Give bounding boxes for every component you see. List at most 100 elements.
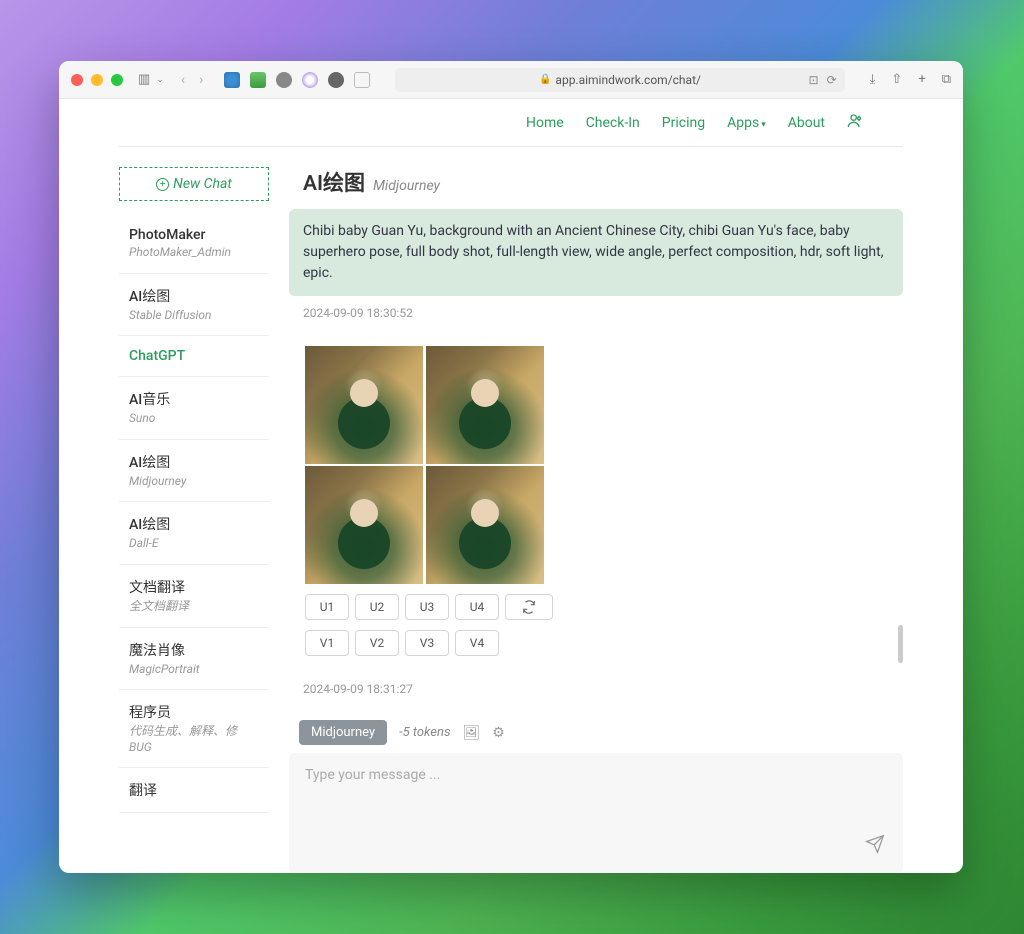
sidebar-item-sub: MagicPortrait — [129, 662, 259, 678]
sidebar-item[interactable]: AI绘图 Dall-E — [119, 502, 269, 565]
send-button[interactable] — [865, 834, 885, 859]
image-icon[interactable]: 🖼 — [462, 725, 480, 741]
maximize-window[interactable] — [111, 74, 123, 86]
response-card: U1U2U3U4 V1V2V3V4 — [289, 330, 903, 672]
input-toolbar: Midjourney -5 tokens 🖼 ⚙ — [289, 712, 903, 753]
main-area: + New Chat PhotoMaker PhotoMaker_Admin AI绘… — [59, 147, 963, 873]
chevron-down-icon[interactable]: ⌄ — [156, 75, 164, 85]
chat-title: AI绘图 — [303, 167, 365, 197]
gear-icon[interactable]: ⚙ — [492, 725, 505, 741]
extension-icons — [224, 72, 370, 88]
timestamp-1: 2024-09-09 18:30:52 — [303, 306, 903, 320]
user-icon[interactable] — [847, 113, 863, 133]
input-area: Midjourney -5 tokens 🖼 ⚙ — [289, 712, 903, 873]
sidebar-item-sub: 全文档翻译 — [129, 599, 259, 615]
sidebar-toggle-icon[interactable]: ▥ — [138, 72, 150, 87]
tabs-icon[interactable]: ⧉ — [942, 72, 951, 87]
nav-home[interactable]: Home — [526, 115, 564, 131]
plus-icon: + — [156, 178, 169, 191]
upscale-button[interactable]: U1 — [305, 594, 349, 620]
address-bar[interactable]: 🔒 app.aimindwork.com/chat/ ⊡ ⟳ — [395, 68, 844, 92]
share-icon[interactable]: ⇧ — [891, 72, 902, 87]
sidebar-item[interactable]: AI音乐 Suno — [119, 377, 269, 440]
url-text: app.aimindwork.com/chat/ — [555, 73, 701, 87]
nav-pricing[interactable]: Pricing — [662, 115, 705, 131]
sidebar-item[interactable]: PhotoMaker PhotoMaker_Admin — [119, 215, 269, 274]
top-nav: Home Check-In Pricing Apps▾ About — [119, 99, 903, 147]
sidebar-item-title: ChatGPT — [129, 348, 259, 364]
model-chip[interactable]: Midjourney — [299, 720, 387, 745]
ext-icon-6[interactable] — [354, 72, 370, 88]
new-chat-label: New Chat — [173, 176, 232, 192]
variation-button[interactable]: V4 — [455, 630, 499, 656]
sidebar-item-title: 魔法肖像 — [129, 640, 259, 660]
generated-image-2[interactable] — [426, 346, 544, 464]
sidebar-item-sub: Midjourney — [129, 474, 259, 490]
sidebar-item[interactable]: 魔法肖像 MagicPortrait — [119, 628, 269, 691]
reload-icon[interactable]: ⟳ — [827, 73, 837, 87]
nav-checkin[interactable]: Check-In — [586, 115, 640, 131]
generated-image-4[interactable] — [426, 466, 544, 584]
reroll-button[interactable] — [505, 594, 553, 620]
sidebar-item-sub: Suno — [129, 411, 259, 427]
ext-icon-4[interactable] — [302, 72, 318, 88]
page-content: Home Check-In Pricing Apps▾ About + New … — [59, 99, 963, 873]
sidebar-item[interactable]: 程序员代码生成、解释、修BUG — [119, 690, 269, 768]
scrollbar[interactable] — [898, 625, 903, 663]
ext-icon-5[interactable] — [328, 72, 344, 88]
browser-window: ▥ ⌄ ‹ › 🔒 app.aimindwork.com/chat/ ⊡ ⟳ ⤓… — [59, 61, 963, 873]
ext-icon-1[interactable] — [224, 72, 240, 88]
sidebar-item-title: AI音乐 — [129, 389, 259, 409]
nav-apps-label: Apps — [727, 115, 759, 131]
sidebar-item-sub: Dall-E — [129, 536, 259, 552]
chevron-down-icon: ▾ — [761, 120, 766, 130]
variation-button[interactable]: V2 — [355, 630, 399, 656]
nav-apps[interactable]: Apps▾ — [727, 115, 766, 131]
chat-scroll[interactable]: Chibi baby Guan Yu, background with an A… — [289, 209, 903, 708]
variation-button[interactable]: V1 — [305, 630, 349, 656]
sidebar-item-title: AI绘图 — [129, 514, 259, 534]
message-box — [289, 753, 903, 873]
minimize-window[interactable] — [91, 74, 103, 86]
ext-icon-2[interactable] — [250, 72, 266, 88]
image-grid — [305, 346, 545, 584]
message-input[interactable] — [305, 767, 887, 847]
timestamp-2: 2024-09-09 18:31:27 — [303, 682, 903, 696]
upscale-button[interactable]: U3 — [405, 594, 449, 620]
sidebar-item-sub: PhotoMaker_Admin — [129, 245, 259, 261]
translate-icon[interactable]: ⊡ — [809, 73, 819, 87]
traffic-lights — [71, 74, 123, 86]
upscale-button[interactable]: U2 — [355, 594, 399, 620]
generated-image-3[interactable] — [305, 466, 423, 584]
sidebar-item[interactable]: ChatGPT — [119, 336, 269, 377]
sidebar-item-title: PhotoMaker — [129, 227, 259, 243]
nav-about[interactable]: About — [788, 115, 825, 131]
generated-image-1[interactable] — [305, 346, 423, 464]
upscale-button[interactable]: U4 — [455, 594, 499, 620]
sidebar-item[interactable]: 翻译 — [119, 768, 269, 813]
chat-subtitle: Midjourney — [373, 178, 440, 194]
sidebar-item[interactable]: 文档翻译全文档翻译 — [119, 565, 269, 628]
lock-icon: 🔒 — [539, 74, 551, 85]
variation-button[interactable]: V3 — [405, 630, 449, 656]
user-prompt: Chibi baby Guan Yu, background with an A… — [289, 209, 903, 296]
sidebar-item-title: AI绘图 — [129, 452, 259, 472]
downloads-icon[interactable]: ⤓ — [870, 72, 876, 87]
new-tab-icon[interactable]: + — [918, 72, 925, 87]
sidebar-item[interactable]: AI绘图 Stable Diffusion — [119, 274, 269, 337]
sidebar-item-title: 程序员 — [129, 702, 259, 722]
sidebar-item-sub: Stable Diffusion — [129, 308, 259, 324]
chat-header: AI绘图 Midjourney — [289, 167, 903, 197]
close-window[interactable] — [71, 74, 83, 86]
chat-panel: AI绘图 Midjourney Chibi baby Guan Yu, back… — [289, 167, 903, 873]
back-icon[interactable]: ‹ — [181, 72, 185, 88]
new-chat-button[interactable]: + New Chat — [119, 167, 269, 201]
token-info: -5 tokens — [399, 725, 450, 740]
sidebar-item-title: 翻译 — [129, 780, 259, 800]
sidebar: + New Chat PhotoMaker PhotoMaker_Admin AI绘… — [119, 167, 269, 873]
ext-icon-3[interactable] — [276, 72, 292, 88]
sidebar-item[interactable]: AI绘图 Midjourney — [119, 440, 269, 503]
sidebar-item-title: AI绘图 — [129, 286, 259, 306]
titlebar: ▥ ⌄ ‹ › 🔒 app.aimindwork.com/chat/ ⊡ ⟳ ⤓… — [59, 61, 963, 99]
forward-icon[interactable]: › — [199, 72, 203, 88]
